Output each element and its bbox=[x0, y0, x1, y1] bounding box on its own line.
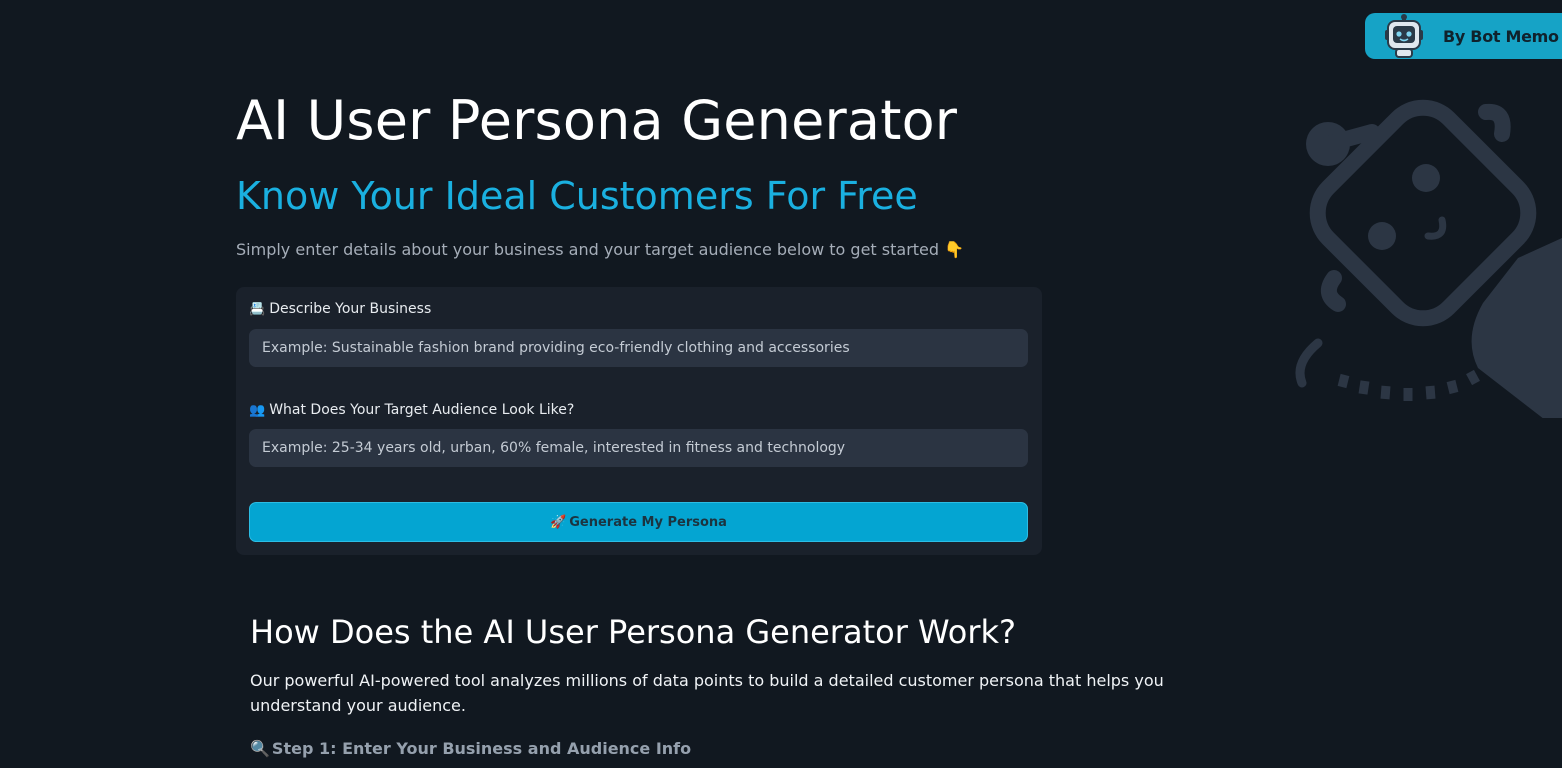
how-it-works-description: Our powerful AI-powered tool analyzes mi… bbox=[250, 671, 1164, 715]
step-1-heading: 🔍 Step 1: Enter Your Business and Audienc… bbox=[250, 737, 691, 761]
target-audience-input[interactable] bbox=[249, 429, 1028, 467]
business-label-text: Describe Your Business bbox=[269, 301, 432, 317]
audience-label-text: What Does Your Target Audience Look Like… bbox=[269, 402, 575, 418]
business-description-input[interactable] bbox=[249, 329, 1028, 367]
intro-text: Simply enter details about your business… bbox=[236, 240, 965, 259]
step-1-label: Step 1: Enter Your Business and Audience… bbox=[271, 739, 692, 758]
rocket-icon: 🚀 bbox=[550, 514, 567, 530]
audience-field-label: 👥 What Does Your Target Audience Look Lik… bbox=[249, 400, 574, 421]
page-subtitle: Know Your Ideal Customers For Free bbox=[236, 174, 918, 218]
page: By Bot Memo AI User Persona Generator Kn… bbox=[0, 0, 1562, 768]
persona-form: 📇Describe Your Business 👥What Does Your … bbox=[236, 287, 1042, 555]
generate-button-label: Generate My Persona bbox=[569, 514, 727, 530]
how-it-works-heading: How Does the AI User Persona Generator W… bbox=[250, 613, 1017, 651]
people-icon: 👥 bbox=[249, 403, 266, 418]
decorative-robot-illustration bbox=[1295, 99, 1562, 418]
brand-badge[interactable]: By Bot Memo bbox=[1365, 13, 1562, 59]
generate-persona-button[interactable]: 🚀 Generate My Persona bbox=[249, 502, 1028, 542]
business-card-icon: 📇 bbox=[249, 302, 266, 317]
brand-label: By Bot Memo bbox=[1443, 26, 1559, 46]
page-title: AI User Persona Generator bbox=[236, 89, 958, 152]
business-field-label: 📇 Describe Your Business bbox=[249, 299, 431, 320]
magnifier-icon: 🔍 bbox=[250, 739, 270, 758]
robot-icon bbox=[1385, 14, 1423, 58]
